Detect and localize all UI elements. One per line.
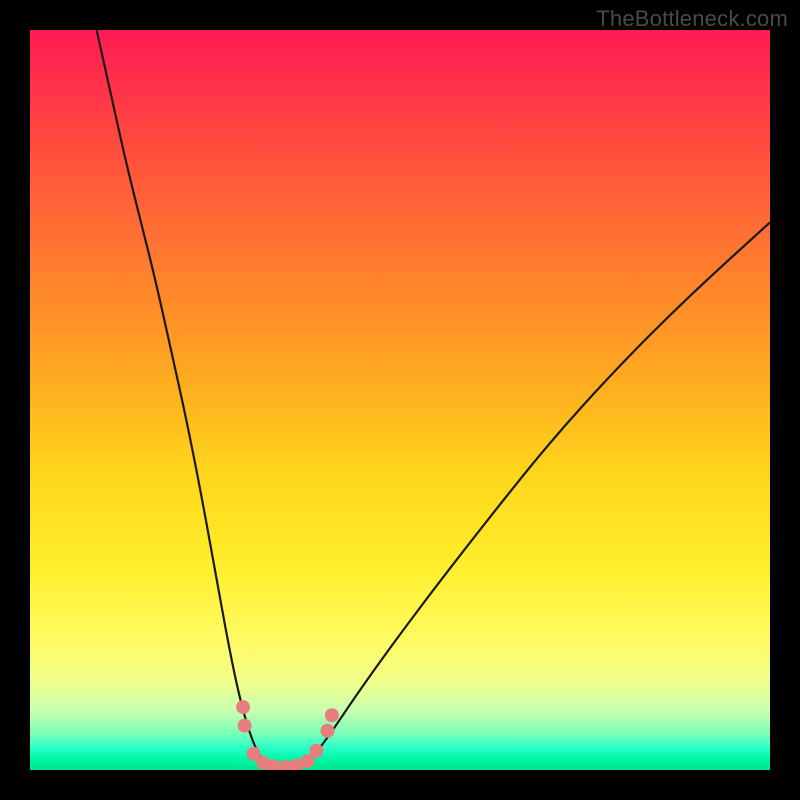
data-marker <box>238 719 252 733</box>
watermark-text: TheBottleneck.com <box>596 6 788 32</box>
data-marker <box>246 747 260 761</box>
data-marker <box>289 759 303 770</box>
outer-frame: TheBottleneck.com <box>0 0 800 800</box>
bottleneck-curve <box>97 30 770 768</box>
data-marker <box>278 760 292 770</box>
data-marker <box>266 759 280 770</box>
plot-area <box>30 30 770 770</box>
data-marker <box>256 756 270 770</box>
curve-group <box>97 30 770 768</box>
data-marker <box>236 700 250 714</box>
chart-svg <box>30 30 770 770</box>
data-marker <box>309 744 323 758</box>
data-marker <box>301 754 315 768</box>
data-marker <box>325 708 339 722</box>
marker-group <box>236 700 339 770</box>
data-marker <box>320 724 334 738</box>
